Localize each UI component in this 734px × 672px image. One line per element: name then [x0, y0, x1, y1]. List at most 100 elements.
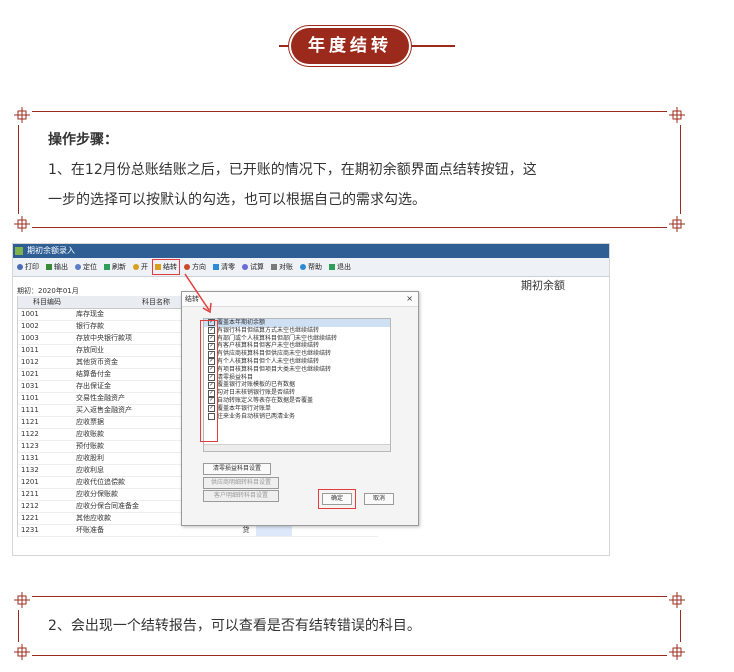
toolbar: 打印 输出 定位 刷新 开 结转 方向 清零 试算 对账 帮助 退出: [13, 258, 609, 277]
cell-code: 1211: [21, 490, 39, 498]
profit-settings-button[interactable]: 清零损益科目设置: [203, 463, 271, 475]
customer-settings-button[interactable]: 客户明细转科目设置: [203, 490, 279, 502]
toolbar-button-direction[interactable]: 方向: [184, 262, 206, 272]
balance-input[interactable]: [256, 525, 292, 536]
option-label: 有个人核算科目但个人未空也继续结转: [217, 357, 320, 365]
option-item[interactable]: ✓ 有供应商核算科目但供应商未空也继续结转: [204, 350, 390, 358]
corner-ornament-icon: [12, 590, 30, 608]
direction-icon: [184, 264, 190, 270]
option-label: 有项目核算科目但项目大类未空也继续结转: [217, 365, 332, 373]
cell-code: 1003: [21, 334, 39, 342]
cell-code: 1011: [21, 346, 39, 354]
step-box-1: 操作步骤： 1、在12月份总账结账之后，已开账的情况下，在期初余额界面点结转按钮…: [14, 107, 685, 232]
banner-title: 年度结转: [308, 36, 392, 56]
option-item[interactable]: ✓ 覆盖本年银行对账单: [204, 405, 390, 413]
ok-button[interactable]: 确定: [318, 489, 356, 509]
cell-code: 1012: [21, 358, 39, 366]
toolbar-label: 试算: [250, 263, 264, 271]
cell-code: 1131: [21, 454, 39, 462]
cell-code: 1122: [21, 430, 39, 438]
horizontal-scrollbar[interactable]: [204, 444, 390, 451]
option-item[interactable]: ✓ 有项目核算科目但项目大类未空也继续结转: [204, 366, 390, 374]
cell-code: 1123: [21, 442, 39, 450]
toolbar-button-open[interactable]: 开: [133, 262, 148, 272]
toolbar-label: 对账: [279, 263, 293, 271]
toolbar-label: 刷新: [112, 263, 126, 271]
toolbar-label: 定位: [83, 263, 97, 271]
toolbar-label: 开: [141, 263, 148, 271]
help-icon: [300, 264, 306, 270]
option-label: 覆盖本年期初余额: [217, 319, 266, 326]
checkbox-highlight-box: [200, 320, 218, 442]
step-box-2: 2、会出现一个结转报告，可以查看是否有结转错误的科目。: [14, 592, 685, 660]
option-item[interactable]: ✓ 覆盖银行对账模板的已有数据: [204, 381, 390, 389]
toolbar-label: 退出: [337, 263, 351, 271]
software-screenshot: 期初余额录入 打印 输出 定位 刷新 开 结转 方向 清零 试算 对账 帮助 退出 期初：2020年0…: [12, 243, 610, 556]
cell-name: 坏账准备: [76, 526, 104, 534]
toolbar-button-export[interactable]: 输出: [46, 262, 68, 272]
window-titlebar: 期初余额录入: [13, 244, 609, 258]
window-title: 期初余额录入: [27, 246, 75, 255]
toolbar-button-help[interactable]: 帮助: [300, 262, 322, 272]
trial-balance-icon: [242, 264, 248, 270]
option-item[interactable]: ✓ 有银行科目但结算方式未空也继续结转: [204, 327, 390, 335]
section-banner: 年度结转: [0, 28, 734, 64]
toolbar-button-reconcile[interactable]: 对账: [271, 262, 293, 272]
reconcile-icon: [271, 264, 277, 270]
step-1-line-1: 1、在12月份总账结账之后，已开账的情况下，在期初余额界面点结转按钮，这: [48, 162, 537, 178]
steps-heading: 操作步骤：: [48, 132, 118, 148]
option-item[interactable]: 往来业务自动核销已两清业务: [204, 413, 390, 421]
toolbar-button-clear[interactable]: 清零: [213, 262, 235, 272]
corner-ornament-icon: [667, 214, 685, 232]
option-label: 覆盖银行对账模板的已有数据: [217, 381, 296, 389]
corner-ornament-icon: [667, 590, 685, 608]
exit-icon: [329, 264, 335, 270]
option-item[interactable]: ✓ 勾对日未核销银行账是否结转: [204, 389, 390, 397]
option-label: 有银行科目但结算方式未空也继续结转: [217, 326, 320, 334]
step-1-line-2: 一步的选择可以按默认的勾选，也可以根据自己的需求勾选。: [48, 192, 426, 208]
corner-ornament-icon: [667, 642, 685, 660]
cell-code: 1001: [21, 310, 39, 318]
cell-code: 1021: [21, 370, 39, 378]
close-icon[interactable]: ×: [406, 292, 413, 306]
option-label: 往来业务自动核销已两清业务: [217, 412, 296, 420]
export-icon: [46, 264, 52, 270]
option-label: 自动转账定义等表存在数据是否覆盖: [217, 396, 314, 404]
supplier-settings-button[interactable]: 供应商明细转科目设置: [203, 477, 279, 489]
column-header-code: 科目编码: [33, 298, 61, 306]
toolbar-button-carryover[interactable]: 结转: [152, 259, 180, 275]
cell-code: 1201: [21, 478, 39, 486]
toolbar-button-exit[interactable]: 退出: [329, 262, 351, 272]
option-item[interactable]: ✓ 自动转账定义等表存在数据是否覆盖: [204, 397, 390, 405]
option-item[interactable]: ✓ 有个人核算科目但个人未空也继续结转: [204, 358, 390, 366]
option-label: 有供应商核算科目但供应商未空也继续结转: [217, 350, 332, 358]
toolbar-button-locate[interactable]: 定位: [75, 262, 97, 272]
cell-code: 1231: [21, 526, 39, 534]
cancel-button[interactable]: 取消: [364, 493, 394, 505]
cell-code: 1101: [21, 394, 39, 402]
cell-code: 1111: [21, 406, 39, 414]
print-icon: [17, 264, 23, 270]
cell-code: 1121: [21, 418, 39, 426]
toolbar-button-trial-balance[interactable]: 试算: [242, 262, 264, 272]
clear-icon: [213, 264, 219, 270]
cell-code: 1002: [21, 322, 39, 330]
cell-dir: 贷: [242, 526, 250, 534]
corner-ornament-icon: [12, 214, 30, 232]
cell-code: 1221: [21, 514, 39, 522]
page-title: 期初余额: [521, 279, 565, 292]
app-icon: [15, 247, 23, 255]
table-row[interactable]: 1231 坏账准备 贷: [18, 525, 378, 537]
open-icon: [133, 264, 139, 270]
toolbar-button-print[interactable]: 打印: [17, 262, 39, 272]
option-item[interactable]: ✓ 覆盖本年期初余额: [204, 319, 390, 327]
locate-icon: [75, 264, 81, 270]
cell-code: 1132: [21, 466, 39, 474]
step-2-text: 2、会出现一个结转报告，可以查看是否有结转错误的科目。: [48, 618, 421, 634]
options-list: ✓ 覆盖本年期初余额 ✓ 有银行科目但结算方式未空也继续结转 ✓ 有部门或个人核算科目但部…: [203, 318, 391, 452]
carryover-icon: [155, 264, 161, 270]
toolbar-button-refresh[interactable]: 刷新: [104, 262, 126, 272]
cell-code: 1212: [21, 502, 39, 510]
toolbar-label: 帮助: [308, 263, 322, 271]
refresh-icon: [104, 264, 110, 270]
